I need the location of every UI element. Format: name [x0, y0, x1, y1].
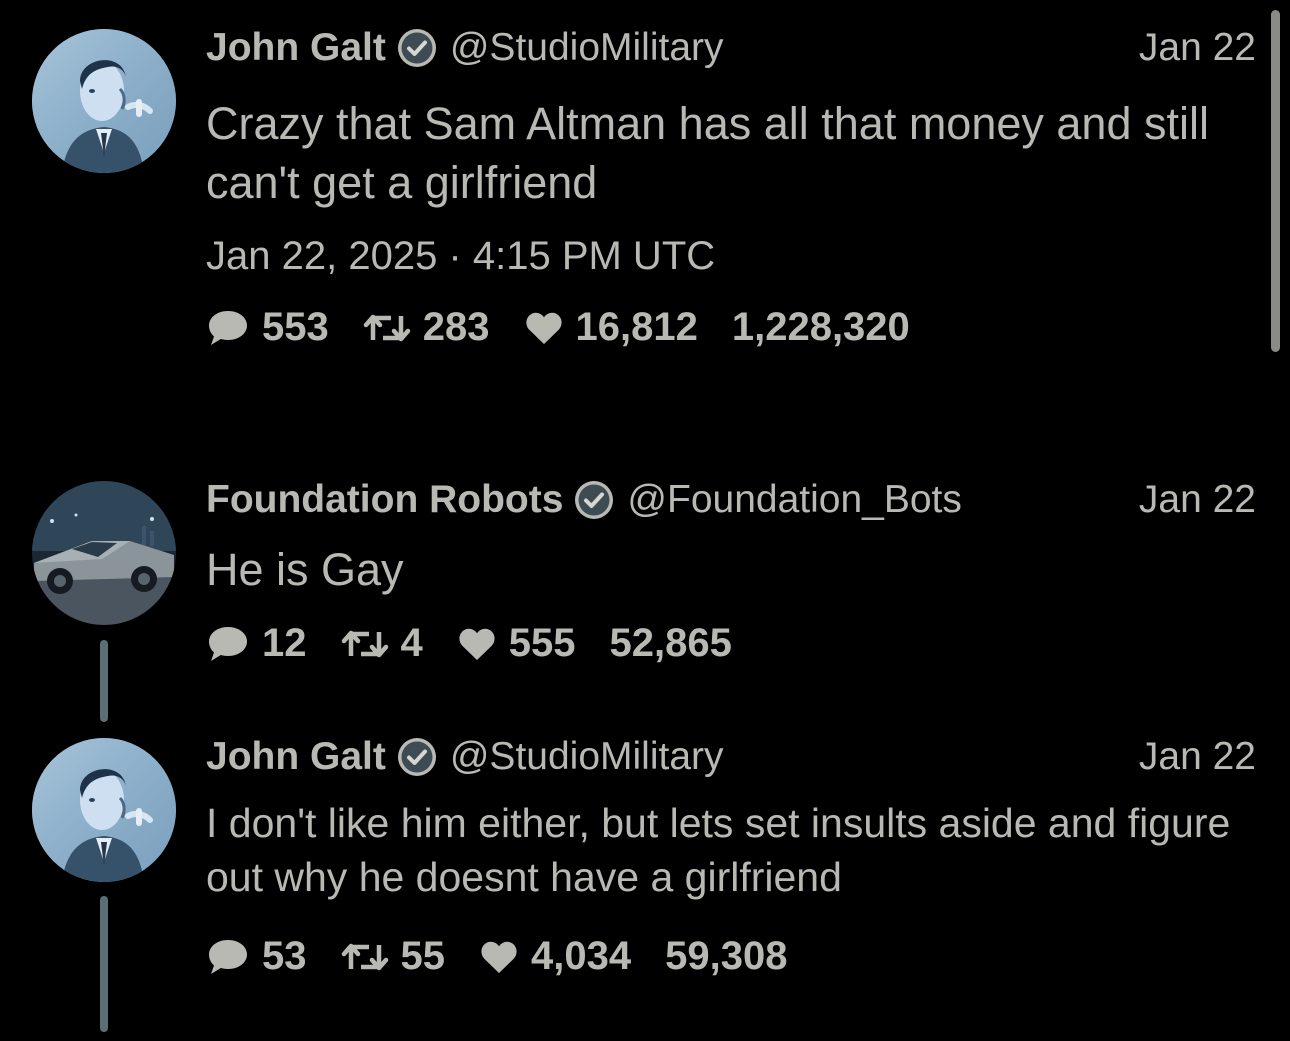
- author-handle[interactable]: @StudioMilitary: [450, 735, 724, 779]
- scrollbar[interactable]: [1271, 10, 1280, 352]
- reply-count: 553: [262, 305, 329, 349]
- author-name[interactable]: John Galt: [206, 26, 386, 70]
- avatar[interactable]: [32, 29, 176, 173]
- thread-line: [100, 640, 108, 722]
- cybertruck-photo: [32, 481, 176, 625]
- retweet-count: 55: [400, 934, 446, 978]
- reply-button[interactable]: 53: [206, 934, 307, 979]
- tweet-text: I don't like him either, but lets set in…: [206, 800, 1231, 900]
- view-count: 1,228,320: [731, 305, 910, 349]
- like-count: 555: [508, 621, 576, 665]
- retweet-icon: [341, 939, 389, 975]
- verified-check-icon: [573, 479, 615, 521]
- reply-count: 53: [262, 934, 307, 978]
- tweet-text: He is Gay: [206, 544, 404, 595]
- heart-icon: [479, 939, 519, 975]
- tweet-date[interactable]: Jan 22: [1139, 26, 1256, 70]
- retweet-icon: [363, 310, 411, 346]
- like-count: 16,812: [575, 305, 698, 349]
- view-count: 52,865: [609, 621, 732, 665]
- portrait-man-photo: [32, 738, 176, 882]
- author-handle[interactable]: @Foundation_Bots: [627, 478, 961, 522]
- heart-icon: [524, 310, 564, 346]
- verified-check-icon: [396, 736, 438, 778]
- comment-bubble-icon: [206, 624, 250, 664]
- retweet-count: 283: [422, 305, 490, 349]
- tweet-date[interactable]: Jan 22: [1139, 735, 1256, 779]
- tweet-text: Crazy that Sam Altman has all that money…: [206, 98, 1209, 208]
- retweet-button[interactable]: 4: [341, 621, 423, 666]
- retweet-icon: [341, 626, 389, 662]
- thread-line: [100, 896, 108, 1032]
- author-name[interactable]: Foundation Robots: [206, 478, 563, 522]
- author-name[interactable]: John Galt: [206, 735, 386, 779]
- author-handle[interactable]: @StudioMilitary: [450, 26, 724, 70]
- like-count: 4,034: [531, 934, 632, 978]
- tweet-stats: 53 55 4,034 59,308: [206, 934, 1256, 979]
- avatar[interactable]: [32, 481, 176, 625]
- avatar[interactable]: [32, 738, 176, 882]
- heart-icon: [457, 626, 497, 662]
- reply-button[interactable]: 12: [206, 621, 307, 666]
- like-button[interactable]: 555: [457, 621, 576, 666]
- verified-check-icon: [396, 27, 438, 69]
- reply-count: 12: [262, 621, 307, 665]
- retweet-button[interactable]: 55: [341, 934, 446, 979]
- reply-button[interactable]: 553: [206, 305, 329, 350]
- tweet-date[interactable]: Jan 22: [1139, 478, 1256, 522]
- portrait-man-photo: [32, 29, 176, 173]
- like-button[interactable]: 4,034: [479, 934, 631, 979]
- tweet-stats: 553 283 16,812 1,228,320: [206, 305, 1256, 350]
- tweet-timestamp[interactable]: Jan 22, 2025 · 4:15 PM UTC: [206, 234, 1256, 279]
- retweet-count: 4: [400, 621, 423, 665]
- view-count: 59,308: [665, 934, 788, 978]
- comment-bubble-icon: [206, 308, 250, 348]
- comment-bubble-icon: [206, 937, 250, 977]
- retweet-button[interactable]: 283: [363, 305, 490, 350]
- tweet-stats: 12 4 555 52,865: [206, 621, 1256, 666]
- thread-view: John Galt @StudioMilitary Jan 22 Crazy t…: [0, 0, 1290, 1041]
- like-button[interactable]: 16,812: [524, 305, 698, 350]
